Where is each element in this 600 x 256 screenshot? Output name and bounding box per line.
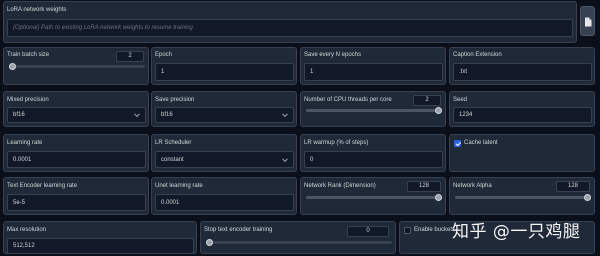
learning-rate-label: Learning rate bbox=[7, 140, 43, 146]
lr-scheduler-select[interactable]: constant bbox=[155, 151, 294, 168]
lora-weights-panel: LoRA network weights {Optional} Path to … bbox=[3, 1, 577, 43]
max-resolution-panel: Max resolution 512,512 bbox=[3, 221, 197, 254]
text-encoder-lr-label: Text Encoder learning rate bbox=[7, 183, 78, 189]
network-rank-number[interactable]: 128 bbox=[407, 181, 441, 192]
learning-rate-panel: Learning rate 0.0001 bbox=[3, 134, 149, 172]
epoch-input[interactable]: 1 bbox=[155, 63, 294, 81]
cache-latent-label: Cache latent bbox=[464, 140, 498, 146]
train-batch-size-panel: Train batch size 2 bbox=[3, 47, 149, 85]
network-alpha-slider[interactable] bbox=[455, 194, 591, 201]
mixed-precision-panel: Mixed precision bf16 bbox=[3, 91, 149, 127]
caption-extension-input[interactable]: .txt bbox=[453, 63, 592, 81]
save-precision-value: bf16 bbox=[161, 112, 173, 118]
train-batch-size-number[interactable]: 2 bbox=[116, 51, 144, 62]
save-precision-label: Save precision bbox=[155, 97, 195, 103]
enable-buckets-checkbox[interactable] bbox=[404, 227, 411, 234]
train-batch-size-slider[interactable] bbox=[9, 63, 145, 70]
lr-warmup-panel: LR warmup (% of steps) 0 bbox=[300, 134, 446, 172]
seed-label: Seed bbox=[453, 97, 468, 103]
text-encoder-lr-input[interactable]: 5e-5 bbox=[7, 194, 146, 211]
lr-scheduler-panel: LR Scheduler constant bbox=[151, 134, 297, 172]
unet-lr-input[interactable]: 0.0001 bbox=[155, 194, 294, 211]
save-every-n-epochs-label: Save every N epochs bbox=[304, 52, 362, 58]
cpu-threads-label: Number of CPU threads per core bbox=[304, 97, 392, 103]
enable-buckets-label: Enable buckets bbox=[414, 227, 456, 233]
cpu-threads-number[interactable]: 2 bbox=[413, 95, 441, 106]
caption-extension-panel: Caption Extension .txt bbox=[449, 47, 595, 85]
unet-lr-label: Unet learning rate bbox=[155, 183, 203, 189]
text-encoder-lr-panel: Text Encoder learning rate 5e-5 bbox=[3, 177, 149, 215]
epoch-panel: Epoch 1 bbox=[151, 47, 297, 85]
lr-scheduler-value: constant bbox=[161, 156, 184, 163]
zhihu-watermark: 知乎 @一只鸡腿 bbox=[452, 222, 581, 242]
document-icon bbox=[585, 17, 592, 27]
save-precision-select[interactable]: bf16 bbox=[155, 107, 294, 123]
save-precision-panel: Save precision bf16 bbox=[151, 91, 297, 127]
save-every-n-epochs-input[interactable]: 1 bbox=[304, 63, 443, 81]
cpu-threads-slider-fill bbox=[306, 109, 442, 112]
max-resolution-label: Max resolution bbox=[7, 227, 47, 233]
chevron-down-icon bbox=[282, 111, 288, 118]
network-rank-slider[interactable] bbox=[306, 194, 442, 201]
learning-rate-input[interactable]: 0.0001 bbox=[7, 151, 146, 168]
train-batch-size-slider-thumb[interactable] bbox=[9, 63, 16, 70]
network-rank-slider-fill bbox=[306, 196, 442, 199]
cache-latent-panel: Cache latent bbox=[449, 134, 595, 172]
lr-warmup-input[interactable]: 0 bbox=[304, 151, 443, 168]
lr-scheduler-label: LR Scheduler bbox=[155, 140, 192, 146]
network-alpha-slider-thumb[interactable] bbox=[584, 194, 591, 201]
save-every-n-epochs-panel: Save every N epochs 1 bbox=[300, 47, 446, 85]
network-rank-panel: Network Rank (Dimension) 128 bbox=[300, 177, 446, 215]
seed-panel: Seed 1234 bbox=[449, 91, 595, 127]
network-alpha-number[interactable]: 128 bbox=[556, 181, 590, 192]
stop-text-encoder-slider-thumb[interactable] bbox=[206, 239, 213, 246]
unet-lr-panel: Unet learning rate 0.0001 bbox=[151, 177, 297, 215]
network-rank-slider-thumb[interactable] bbox=[435, 194, 442, 201]
mixed-precision-value: bf16 bbox=[13, 112, 25, 118]
stop-text-encoder-panel: Stop text encoder training 0 bbox=[200, 221, 396, 254]
cpu-threads-panel: Number of CPU threads per core 2 bbox=[300, 91, 446, 127]
network-alpha-label: Network Alpha bbox=[453, 183, 492, 189]
stop-text-encoder-label: Stop text encoder training bbox=[204, 227, 273, 233]
network-rank-label: Network Rank (Dimension) bbox=[304, 183, 376, 189]
cpu-threads-slider[interactable] bbox=[306, 107, 442, 114]
epoch-label: Epoch bbox=[155, 52, 173, 58]
file-picker-button[interactable] bbox=[580, 6, 595, 36]
stop-text-encoder-number[interactable]: 0 bbox=[347, 226, 389, 237]
max-resolution-input[interactable]: 512,512 bbox=[7, 238, 194, 254]
lr-warmup-label: LR warmup (% of steps) bbox=[304, 140, 369, 146]
lora-weights-label: LoRA network weights bbox=[7, 7, 67, 13]
chevron-down-icon bbox=[282, 155, 288, 162]
seed-input[interactable]: 1234 bbox=[453, 107, 592, 123]
lora-weights-input[interactable]: {Optional} Path to existing LoRA network… bbox=[7, 19, 573, 37]
stop-text-encoder-slider[interactable] bbox=[206, 239, 392, 246]
cpu-threads-slider-thumb[interactable] bbox=[435, 107, 442, 114]
caption-extension-label: Caption Extension bbox=[453, 52, 502, 58]
network-alpha-panel: Network Alpha 128 bbox=[449, 177, 595, 215]
chevron-down-icon bbox=[134, 111, 140, 118]
mixed-precision-label: Mixed precision bbox=[7, 97, 49, 103]
cache-latent-checkbox[interactable] bbox=[454, 140, 461, 147]
network-alpha-slider-fill bbox=[455, 196, 591, 199]
train-batch-size-label: Train batch size bbox=[7, 52, 50, 58]
mixed-precision-select[interactable]: bf16 bbox=[7, 107, 146, 123]
